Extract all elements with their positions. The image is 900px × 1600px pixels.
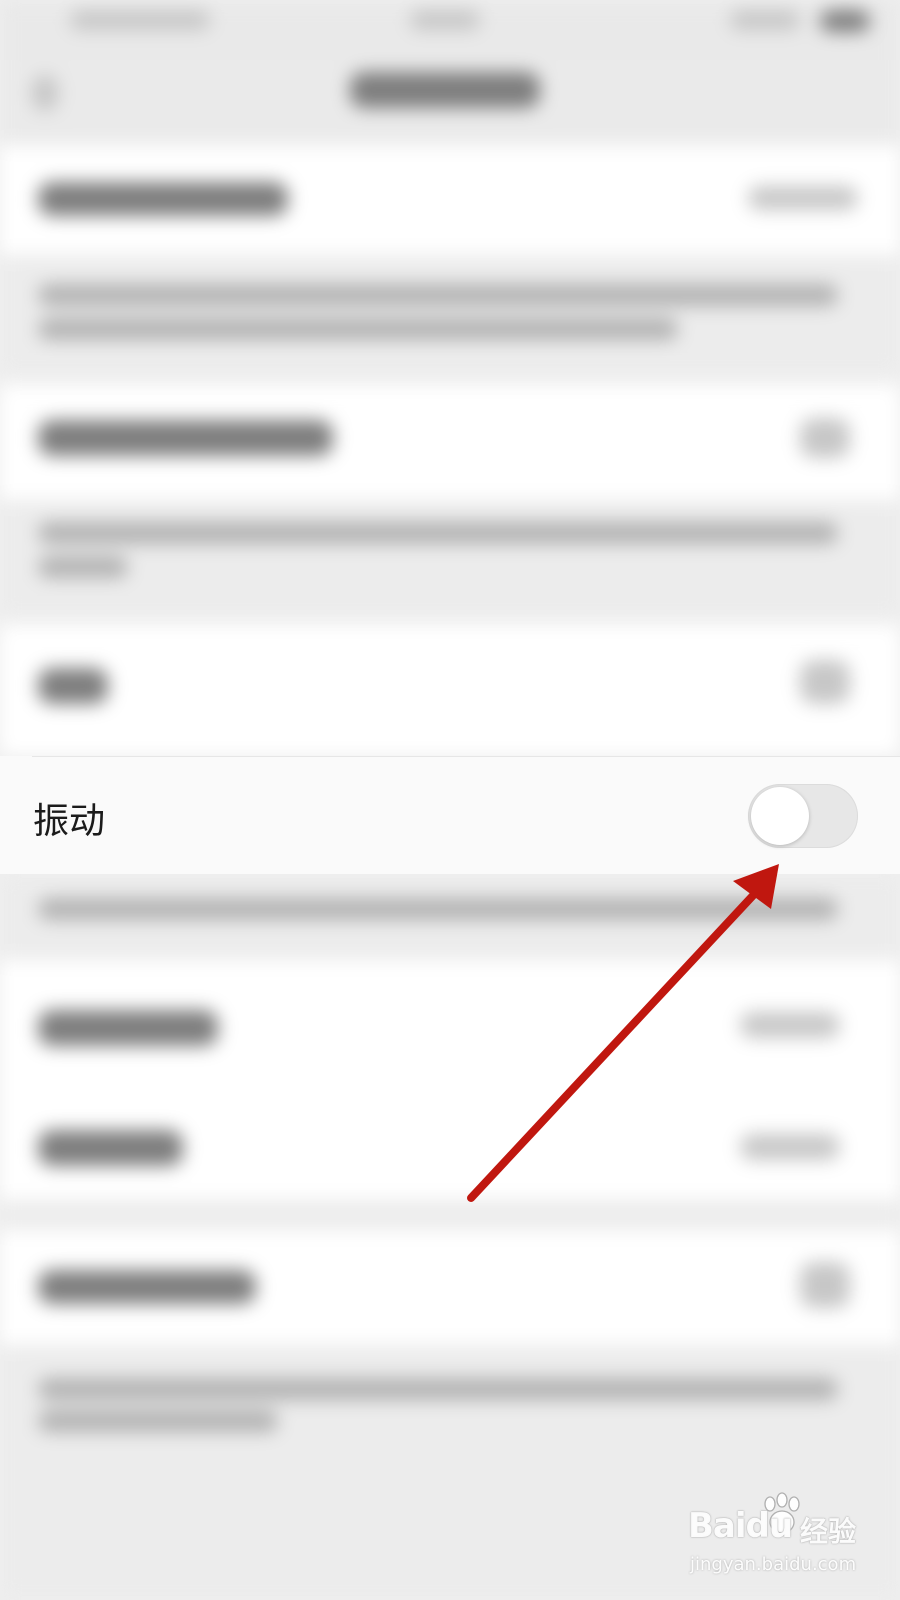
watermark-brand: Baidu (688, 1506, 793, 1546)
row-divider (32, 756, 900, 757)
baidu-jingyan-watermark: Baidu 经验 jingyan.baidu.com (688, 1492, 860, 1582)
toggle-knob (751, 787, 809, 845)
watermark-url: jingyan.baidu.com (690, 1554, 857, 1575)
vibration-setting-row[interactable]: 振动 (0, 756, 900, 874)
vibration-label: 振动 (33, 801, 106, 842)
watermark-product: 经验 (800, 1515, 857, 1548)
vibration-toggle[interactable] (748, 784, 858, 848)
